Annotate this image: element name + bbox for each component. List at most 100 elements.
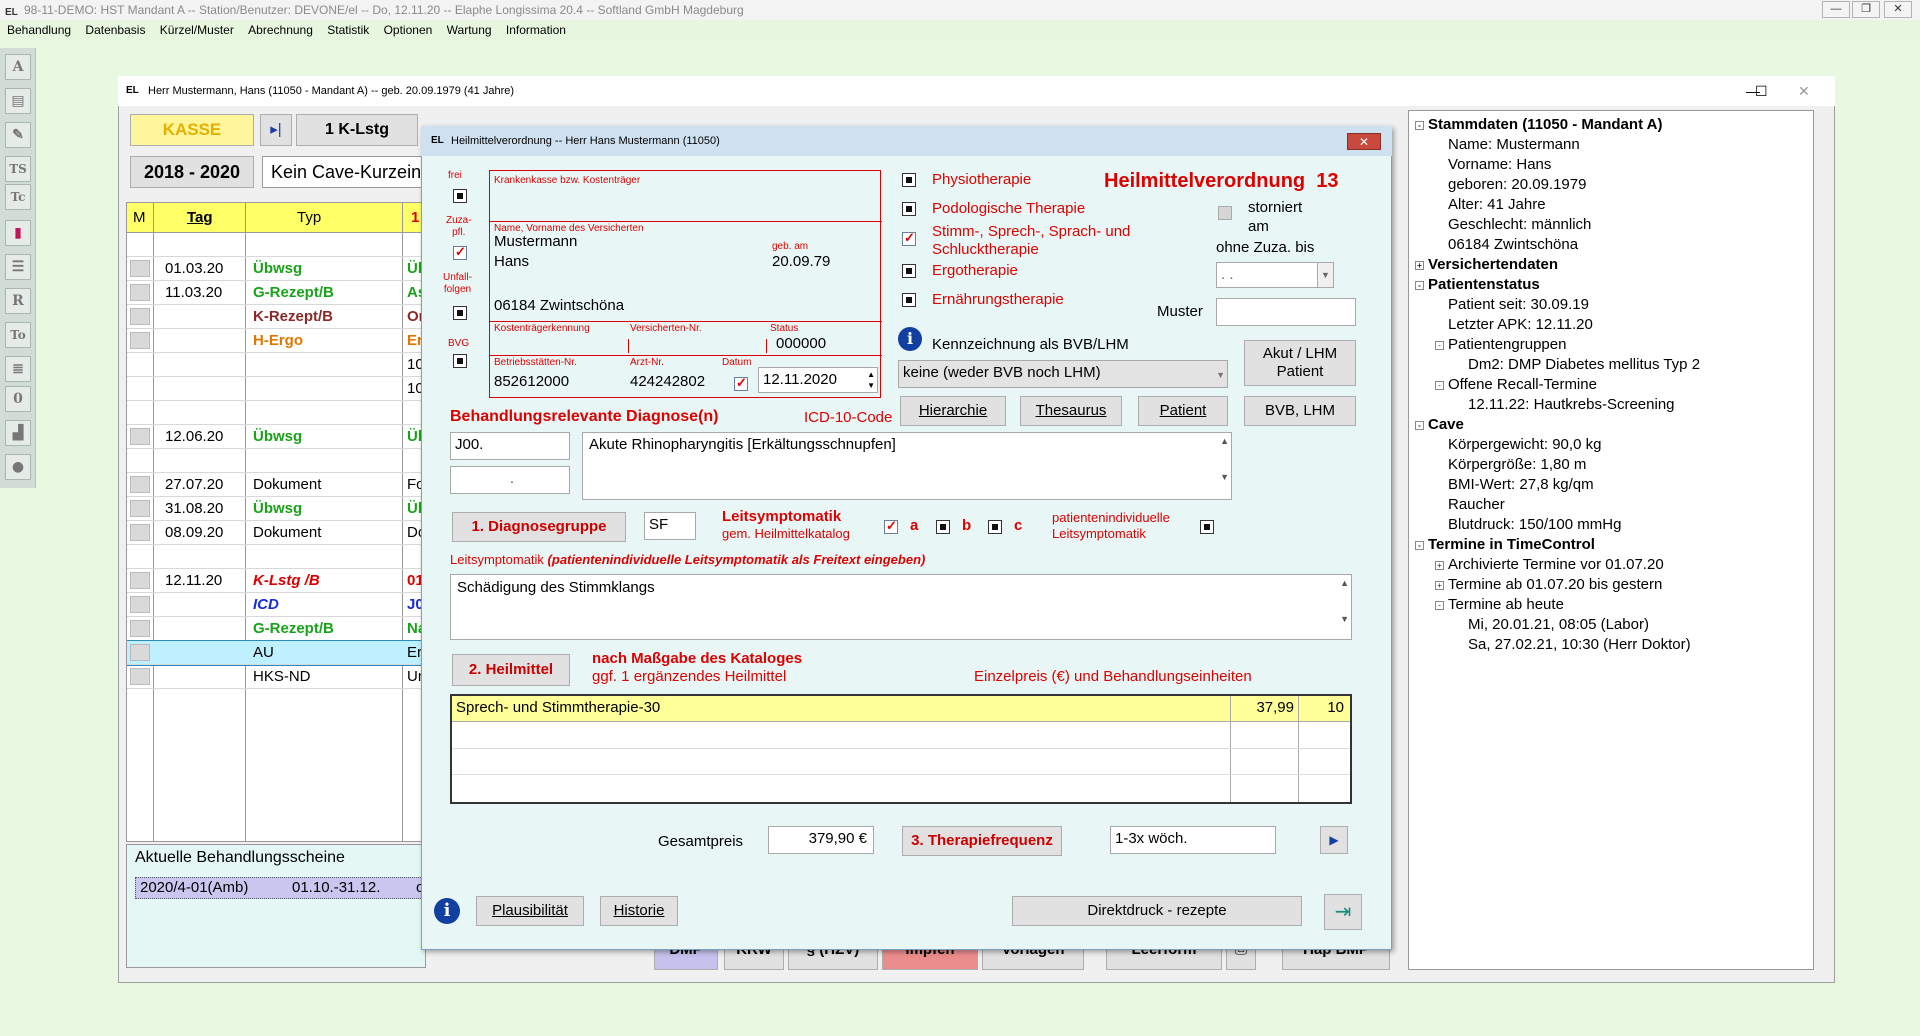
tree-node[interactable]: + Versichertendaten (1415, 255, 1558, 275)
expand-icon[interactable]: + (1435, 580, 1444, 590)
menu-information[interactable]: Information (506, 23, 566, 37)
col-typ[interactable]: Typ (297, 203, 321, 233)
akut-lhm-button[interactable]: Akut / LHM Patient (1244, 340, 1356, 386)
table-row[interactable]: G-Rezept/B Na (127, 617, 425, 641)
expand-icon[interactable]: + (1415, 260, 1424, 270)
tree-node[interactable]: Mi, 20.01.21, 08:05 (Labor) (1455, 615, 1649, 635)
tree-node[interactable]: Dm2: DMP Diabetes mellitus Typ 2 (1455, 355, 1700, 375)
tree-node[interactable]: Körpergröße: 1,80 m (1435, 455, 1586, 475)
table-row[interactable] (127, 449, 425, 473)
icd-code-2[interactable]: . (450, 466, 570, 494)
menu-wartung[interactable]: Wartung (447, 23, 492, 37)
menu-optionen[interactable]: Optionen (384, 23, 433, 37)
tree-node[interactable]: Körpergewicht: 90,0 kg (1435, 435, 1601, 455)
cave-field[interactable]: Kein Cave-Kurzeintrag (262, 156, 422, 188)
row-marker[interactable] (130, 428, 150, 445)
hierarchie-button[interactable]: Hierarchie (900, 396, 1006, 426)
table-row[interactable]: H-Ergo Er (127, 329, 425, 353)
collapse-icon[interactable]: - (1415, 280, 1424, 290)
table-row[interactable]: 10 (127, 377, 425, 401)
kasse-button[interactable]: KASSE (130, 114, 254, 146)
table-row[interactable]: 27.07.20 Dokument Fo (127, 473, 425, 497)
col-1[interactable]: 1 (411, 203, 419, 233)
tree-node[interactable]: Sa, 27.02.21, 10:30 (Herr Doktor) (1455, 635, 1691, 655)
scroll-arrows-icon[interactable]: ▲ ▼ (1340, 577, 1349, 625)
heilmittel-row[interactable]: Sprech- und Stimmtherapie-30 37,99 10 (452, 696, 1350, 722)
row-marker[interactable] (130, 332, 150, 349)
tree-node[interactable]: BMI-Wert: 27,8 kg/qm (1435, 475, 1594, 495)
row-marker[interactable] (130, 284, 150, 301)
collapse-icon[interactable]: - (1435, 380, 1444, 390)
pat-ind-checkbox[interactable] (1200, 520, 1214, 534)
plausibilitaet-button[interactable]: Plausibilität (476, 896, 584, 926)
leit-a-checkbox[interactable] (884, 518, 898, 534)
tool-pen-icon[interactable]: ✎ (5, 122, 31, 148)
ohne-zuza-date[interactable]: . . ▼ (1216, 262, 1334, 288)
table-row[interactable]: 11.03.20 G-Rezept/B As (127, 281, 425, 305)
tree-node[interactable]: Vorname: Hans (1435, 155, 1551, 175)
chevron-down-icon[interactable]: ▼ (1317, 263, 1333, 287)
bvg-checkbox[interactable] (453, 354, 467, 368)
direktdruck-button[interactable]: Direktdruck - rezepte (1012, 896, 1302, 926)
leit-b-checkbox[interactable] (936, 520, 950, 534)
close-button[interactable]: ✕ (1884, 1, 1912, 18)
nav-last-button[interactable]: ▸| (260, 114, 292, 146)
row-marker[interactable] (130, 620, 150, 637)
info-icon[interactable]: i (434, 898, 460, 924)
table-row[interactable]: HKS-ND Un (127, 665, 425, 689)
table-row[interactable]: 31.08.20 Übwsg Üb (127, 497, 425, 521)
tool-tc[interactable]: Tc (5, 184, 31, 210)
heilmittel-button[interactable]: 2. Heilmittel (452, 654, 570, 686)
row-marker[interactable] (130, 308, 150, 325)
table-row[interactable]: AU Er (127, 640, 425, 666)
next-arrow-icon[interactable]: ▶ (1320, 826, 1348, 854)
row-marker[interactable] (130, 668, 150, 685)
minimize-button[interactable]: — (1822, 1, 1850, 18)
storniert-checkbox[interactable] (1218, 206, 1232, 220)
col-tag[interactable]: Tag (187, 203, 213, 233)
restore-button[interactable]: ❐ (1852, 1, 1880, 18)
tree-node[interactable]: + Termine ab 01.07.20 bis gestern (1435, 575, 1662, 595)
tool-a[interactable]: A (5, 54, 31, 80)
datum-checkbox[interactable] (734, 375, 748, 391)
tree-node[interactable]: Name: Mustermann (1435, 135, 1580, 155)
tree-node[interactable]: 06184 Zwintschöna (1435, 235, 1578, 255)
tool-to[interactable]: To (5, 322, 31, 348)
tree-node[interactable]: Letzter APK: 12.11.20 (1435, 315, 1593, 335)
datum-field[interactable]: 12.11.2020 ▲ ▼ (758, 367, 878, 393)
tool-document-icon[interactable]: ▤ (5, 88, 31, 114)
therapiefrequenz-field[interactable]: 1-3x wöch. (1110, 826, 1276, 854)
tree-node[interactable]: - Stammdaten (11050 - Mandant A) (1415, 115, 1663, 135)
muster-field[interactable] (1216, 298, 1356, 326)
historie-button[interactable]: Historie (600, 896, 678, 926)
menu-statistik[interactable]: Statistik (327, 23, 369, 37)
tree-node[interactable]: - Patientenstatus (1415, 275, 1540, 295)
tree-node[interactable]: + Archivierte Termine vor 01.07.20 (1435, 555, 1664, 575)
tree-node[interactable]: Blutdruck: 150/100 mmHg (1435, 515, 1621, 535)
table-row[interactable]: ICD J0 (127, 593, 425, 617)
table-row[interactable]: 12.11.20 K-Lstg /B 01 (127, 569, 425, 593)
diagnose-text[interactable]: Akute Rhinopharyngitis [Erkältungsschnup… (582, 432, 1232, 500)
icd-code-1[interactable]: J00. (450, 432, 570, 460)
expand-icon[interactable]: + (1435, 560, 1444, 570)
stimm-checkbox[interactable] (902, 230, 916, 246)
tool-list-icon[interactable]: ☰ (5, 254, 31, 280)
zuza-checkbox[interactable] (453, 244, 467, 260)
physio-checkbox[interactable] (902, 173, 916, 187)
tree-node[interactable]: Raucher (1435, 495, 1505, 515)
row-marker[interactable] (130, 596, 150, 613)
menu-behandlung[interactable]: Behandlung (7, 23, 71, 37)
tree-node[interactable]: - Termine in TimeControl (1415, 535, 1595, 555)
tool-r[interactable]: R (5, 288, 31, 314)
tool-zero[interactable]: 0 (5, 386, 31, 412)
menu-datenbasis[interactable]: Datenbasis (85, 23, 145, 37)
row-marker[interactable] (130, 524, 150, 541)
klstg-button[interactable]: 1 K-Lstg (296, 114, 418, 146)
tree-node[interactable]: 12.11.22: Hautkrebs-Screening (1455, 395, 1675, 415)
frei-checkbox[interactable] (453, 189, 467, 203)
leit-text[interactable]: Schädigung des Stimmklangs ▲ ▼ (450, 574, 1352, 640)
tree-node[interactable]: - Patientengruppen (1435, 335, 1566, 355)
tree-node[interactable]: Patient seit: 30.09.19 (1435, 295, 1589, 315)
spin-icon[interactable]: ▲ ▼ (867, 369, 875, 391)
row-marker[interactable] (130, 476, 150, 493)
